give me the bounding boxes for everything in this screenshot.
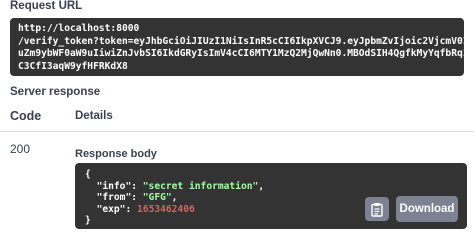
request-url-label: Request URL (10, 0, 83, 12)
json-string-value: "secret information" (142, 180, 259, 192)
response-status-code: 200 (10, 142, 31, 156)
json-string-value: "GFG" (142, 192, 172, 204)
code-column-header: Code (10, 109, 42, 123)
json-key: "info" (96, 180, 132, 192)
url-line: http://localhost:8000 (18, 23, 140, 34)
details-column-header: Details (75, 110, 113, 122)
download-button[interactable]: Download (396, 196, 458, 222)
url-line: C3CfI3aqW9yfHFRKdX8 (18, 60, 128, 72)
json-key: "from" (96, 192, 132, 204)
swagger-response-panel: Request URL http://localhost:8000 /verif… (0, 0, 474, 234)
json-open-brace: { (85, 169, 91, 180)
response-body-label: Response body (75, 148, 157, 160)
request-url-box: http://localhost:8000 /verify_token?toke… (10, 18, 464, 76)
clipboard-copy-icon (371, 202, 383, 217)
url-line: /verify_token?token=eyJhbGciOiJIUzI1NiIs… (18, 35, 464, 47)
copy-to-clipboard-button[interactable] (365, 197, 389, 221)
table-divider (0, 131, 474, 132)
json-number-value: 1653462406 (137, 203, 195, 215)
url-line: uZm9ybWF0aW9uIiwiZnJvbSI6IkdGRyIsImV4cCI… (18, 48, 464, 60)
json-key: "exp" (96, 203, 126, 215)
json-line-info: "info": "secret information", (96, 180, 265, 192)
response-table-header: Code Details (0, 106, 474, 128)
server-response-label: Server response (10, 86, 101, 98)
